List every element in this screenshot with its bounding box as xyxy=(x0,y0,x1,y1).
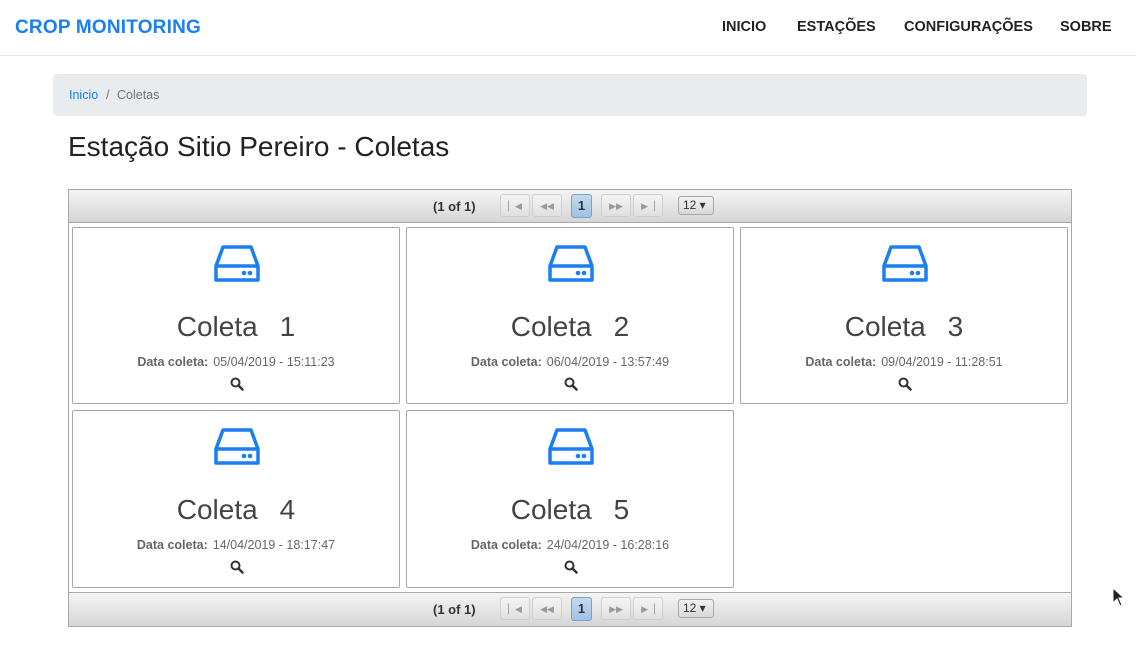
card-date: Data coleta: 06/04/2019 - 13:57:49 xyxy=(470,355,670,369)
navbar: CROP MONITORING INICIO ESTAÇÕES CONFIGUR… xyxy=(0,0,1136,56)
brand-logo[interactable]: CROP MONITORING xyxy=(15,17,201,39)
hard-drive-icon xyxy=(214,245,260,282)
last-page-button[interactable]: ▶▕ xyxy=(633,597,663,620)
hard-drive-icon xyxy=(548,428,594,465)
prev-page-button[interactable]: ◀◀ xyxy=(532,194,562,217)
search-icon[interactable] xyxy=(564,377,578,391)
card-title: Coleta 5 xyxy=(510,494,630,525)
breadcrumb: Inicio / Coletas xyxy=(53,74,1087,116)
paginator-bottom: (1 of 1) ▏◀ ◀◀ 1 ▶▶ ▶▕ 12 ▾ xyxy=(69,592,1071,626)
search-icon[interactable] xyxy=(564,560,578,574)
prev-page-button[interactable]: ◀◀ xyxy=(532,597,562,620)
paginator-report: (1 of 1) xyxy=(433,602,476,617)
next-page-button[interactable]: ▶▶ xyxy=(601,194,631,217)
card-date: Data coleta: 24/04/2019 - 16:28:16 xyxy=(470,538,670,552)
coleta-card[interactable]: Coleta 4 Data coleta: 14/04/2019 - 18:17:4… xyxy=(72,410,400,588)
coleta-card[interactable]: Coleta 2 Data coleta: 06/04/2019 - 13:57:4… xyxy=(406,227,734,404)
breadcrumb-home-link[interactable]: Inicio xyxy=(69,88,98,102)
first-page-button[interactable]: ▏◀ xyxy=(500,194,530,217)
card-title: Coleta 1 xyxy=(176,311,296,342)
first-page-button[interactable]: ▏◀ xyxy=(500,597,530,620)
card-date: Data coleta: 14/04/2019 - 18:17:47 xyxy=(136,538,336,552)
search-icon[interactable] xyxy=(230,377,244,391)
mouse-cursor-icon xyxy=(1112,587,1124,607)
paginator-top: (1 of 1) ▏◀ ◀◀ 1 ▶▶ ▶▕ 12 ▾ xyxy=(69,190,1071,223)
card-date: Data coleta: 05/04/2019 - 15:11:23 xyxy=(137,355,335,369)
nav-item-sobre[interactable]: SOBRE xyxy=(1060,19,1112,35)
page-title: Estação Sitio Pereiro - Coletas xyxy=(68,131,450,162)
coleta-card[interactable]: Coleta 3 Data coleta: 09/04/2019 - 11:28:5… xyxy=(740,227,1068,404)
hard-drive-icon xyxy=(882,245,928,282)
search-icon[interactable] xyxy=(898,377,912,391)
card-title: Coleta 4 xyxy=(176,494,296,525)
card-date: Data coleta: 09/04/2019 - 11:28:51 xyxy=(805,355,1003,369)
hard-drive-icon xyxy=(214,428,260,465)
nav-item-inicio[interactable]: INICIO xyxy=(722,19,766,35)
rows-per-page-select[interactable]: 12 ▾ xyxy=(678,196,714,215)
card-title: Coleta 3 xyxy=(844,311,964,342)
hard-drive-icon xyxy=(548,245,594,282)
nav-item-configuracoes[interactable]: CONFIGURAÇÕES xyxy=(904,19,1033,35)
nav-item-estacoes[interactable]: ESTAÇÕES xyxy=(797,19,876,35)
last-page-button[interactable]: ▶▕ xyxy=(633,194,663,217)
breadcrumb-separator: / xyxy=(106,88,110,102)
search-icon[interactable] xyxy=(230,560,244,574)
page-number-button[interactable]: 1 xyxy=(571,597,592,621)
paginator-report: (1 of 1) xyxy=(433,199,476,214)
coletas-dataview: (1 of 1) ▏◀ ◀◀ 1 ▶▶ ▶▕ 12 ▾ Coleta 1 Data… xyxy=(68,189,1072,627)
coleta-card[interactable]: Coleta 1 Data coleta: 05/04/2019 - 15:11:2… xyxy=(72,227,400,404)
breadcrumb-current: Coletas xyxy=(117,88,160,102)
card-title: Coleta 2 xyxy=(510,311,630,342)
coleta-card[interactable]: Coleta 5 Data coleta: 24/04/2019 - 16:28:1… xyxy=(406,410,734,588)
page-number-button[interactable]: 1 xyxy=(571,194,592,218)
next-page-button[interactable]: ▶▶ xyxy=(601,597,631,620)
rows-per-page-select[interactable]: 12 ▾ xyxy=(678,599,714,618)
